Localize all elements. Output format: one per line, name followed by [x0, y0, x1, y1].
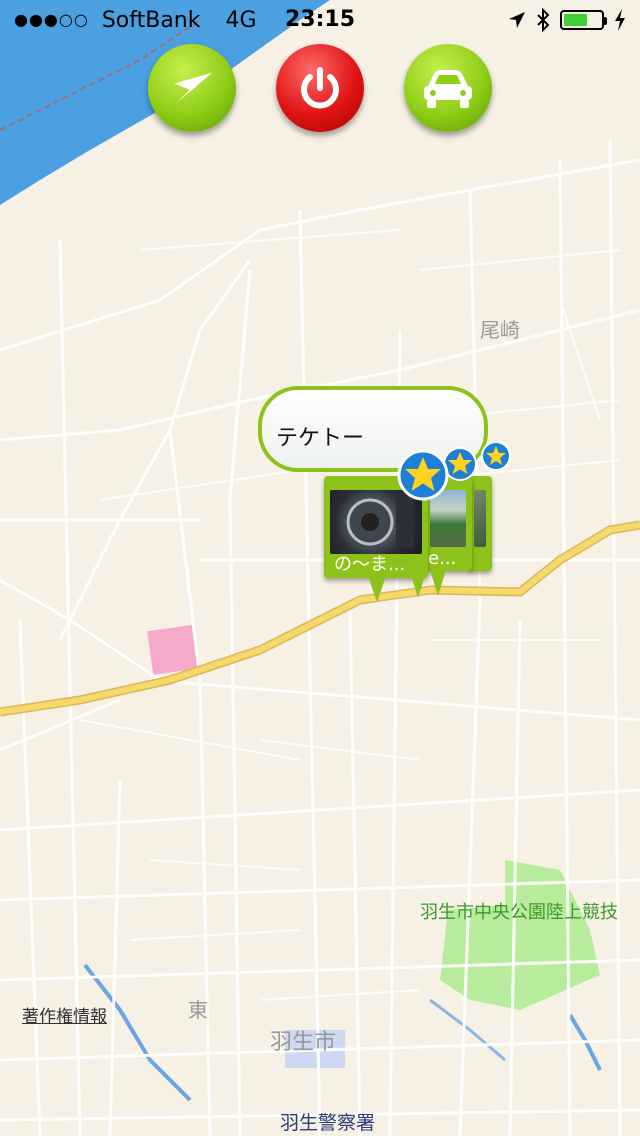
map-view[interactable]	[0, 0, 640, 1136]
map-label-city: 羽生市	[270, 1030, 337, 1055]
battery-icon	[560, 10, 607, 30]
power-icon	[301, 67, 339, 109]
pin-pointer	[368, 576, 386, 602]
pin-pointer	[430, 570, 446, 596]
power-button[interactable]	[276, 44, 364, 132]
star-badge-icon	[481, 441, 511, 471]
status-icons	[508, 8, 626, 32]
charging-icon	[615, 9, 625, 31]
pin-thumbnail	[474, 490, 486, 547]
map-label-higashi: 東	[188, 998, 208, 1022]
pin-caption: e...	[428, 548, 457, 569]
navigation-arrow-icon	[174, 72, 213, 104]
star-badge-icon	[397, 449, 449, 501]
callout-title: テケトー	[276, 426, 365, 451]
car-button[interactable]	[404, 44, 492, 132]
map-label-park: 羽生市中央公園陸上競技	[420, 902, 618, 923]
map-label-police: 羽生警察署	[280, 1112, 376, 1134]
bluetooth-icon	[537, 8, 550, 32]
map-label-ozaki: 尾崎	[480, 318, 520, 342]
copyright-link[interactable]: 著作権情報	[22, 1002, 107, 1027]
current-location-button[interactable]	[148, 44, 236, 132]
pin-caption: の〜ま...	[334, 554, 406, 575]
car-icon	[424, 70, 472, 108]
pin-pointer	[410, 572, 426, 598]
status-bar: ●●●○○ SoftBank 4G 23:15	[0, 0, 640, 40]
location-arrow-icon	[509, 12, 525, 28]
